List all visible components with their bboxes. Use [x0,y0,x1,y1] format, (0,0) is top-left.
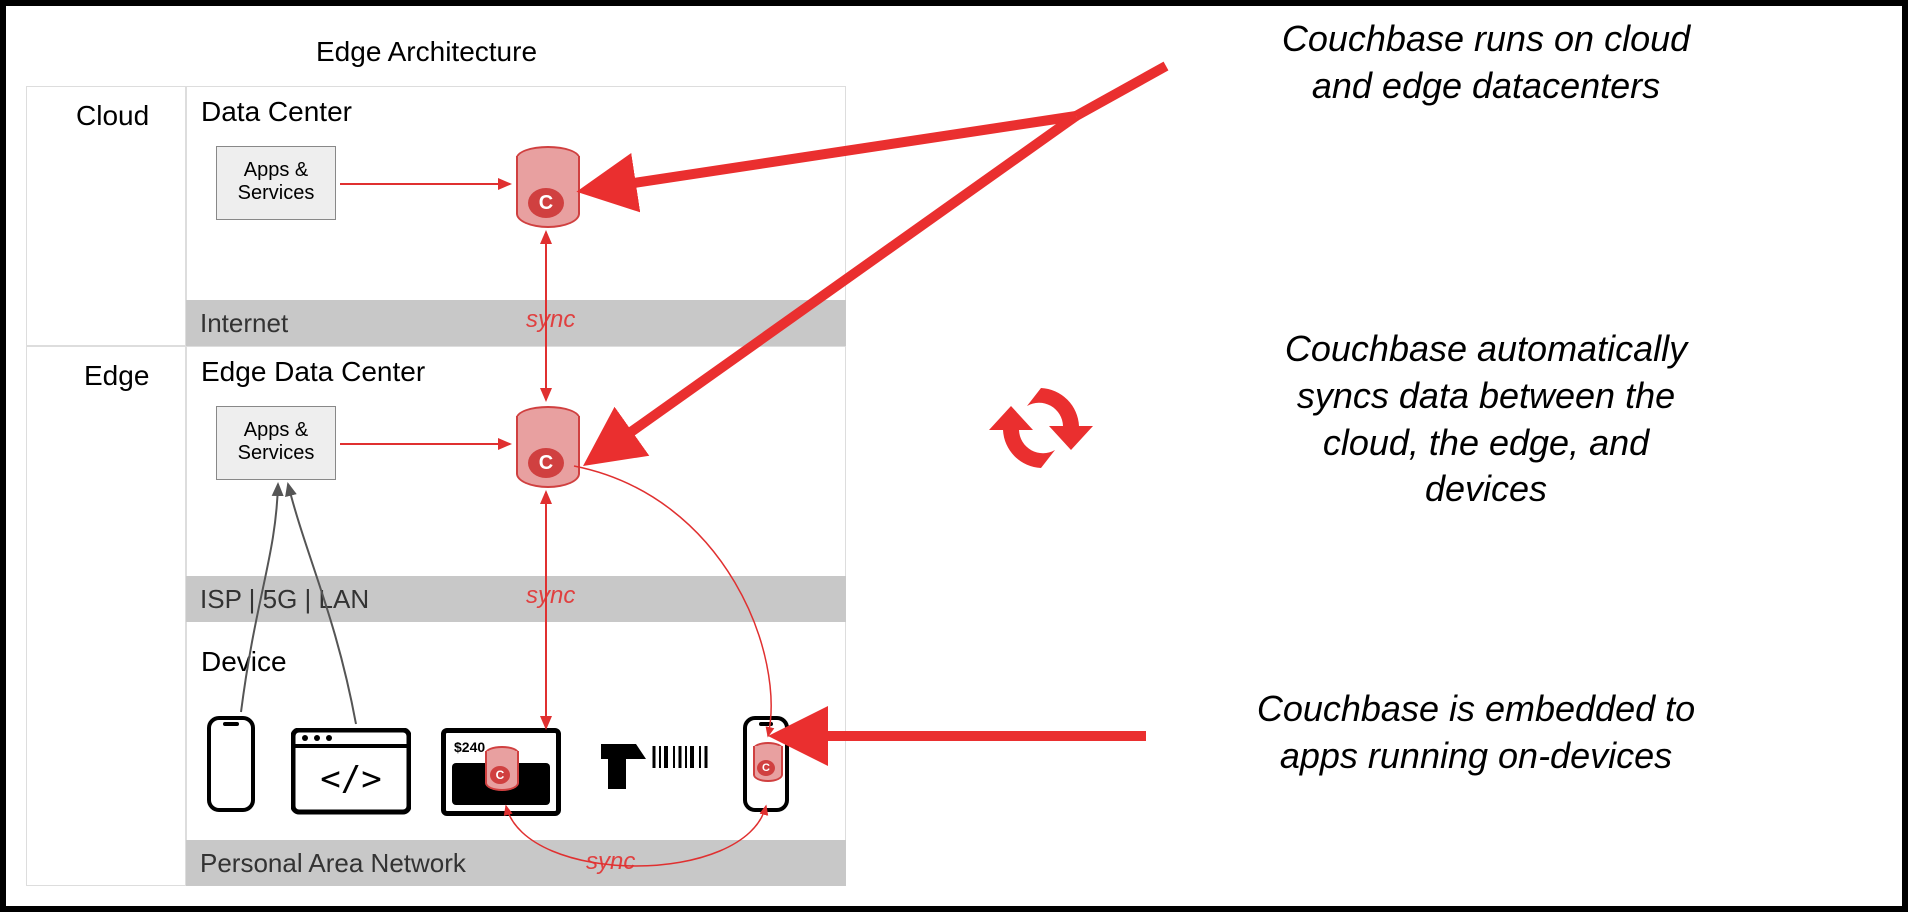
edge-apps-text: Apps & Services [238,419,315,464]
device-row: </> $240 C [201,716,841,826]
annotation-2-line3: cloud, the edge, and [1323,422,1649,463]
internet-label: Internet [200,308,288,338]
pos-terminal-icon: $240 C [441,728,561,816]
phone-db-icon: C [753,742,779,782]
pan-label: Personal Area Network [200,848,466,878]
cloud-apps-text: Apps & Services [238,159,315,204]
annotation-2-line4: devices [1425,468,1547,509]
phone-icon [201,716,261,816]
sync-label-1: sync [526,306,575,334]
annotation-3: Couchbase is embedded to apps running on… [1136,686,1816,780]
sync-icon [981,376,1101,486]
annotation-2-line2: syncs data between the [1297,375,1675,416]
edge-architecture-diagram: Edge Architecture Cloud Data Center Apps… [26,36,846,886]
annotation-1-line1: Couchbase runs on cloud [1282,18,1690,59]
pos-db-icon: C [485,746,515,790]
sync-label-2: sync [526,582,575,610]
data-center-label: Data Center [201,96,352,128]
cloud-db-icon: C [516,146,576,226]
isp-label: ISP | 5G | LAN [200,584,369,614]
edge-label-cell [26,346,186,886]
annotation-1: Couchbase runs on cloud and edge datacen… [1166,16,1806,110]
code-window-icon: </> [291,728,411,816]
annotation-1-line2: and edge datacenters [1312,65,1660,106]
annotation-2-line1: Couchbase automatically [1285,328,1687,369]
edge-dc-label: Edge Data Center [201,356,425,388]
edge-label: Edge [84,360,149,392]
device-section-label: Device [201,646,287,678]
pos-amount: $240 [454,739,485,755]
pan-band: Personal Area Network [186,840,846,886]
edge-db-icon: C [516,406,576,486]
cloud-apps-box: Apps & Services [216,146,336,220]
sync-label-3: sync [586,848,635,876]
cloud-label: Cloud [76,100,149,132]
annotation-3-line2: apps running on-devices [1280,735,1672,776]
annotation-2: Couchbase automatically syncs data betwe… [1166,326,1806,513]
svg-text:</>: </> [320,759,381,799]
isp-band: ISP | 5G | LAN [186,576,846,622]
edge-apps-box: Apps & Services [216,406,336,480]
diagram-frame: Edge Architecture Cloud Data Center Apps… [0,0,1908,912]
internet-band: Internet [186,300,846,346]
annotation-3-line1: Couchbase is embedded to [1257,688,1695,729]
diagram-title: Edge Architecture [316,36,537,68]
phone2-icon: C [741,716,791,816]
barcode-scanner-icon [596,734,716,804]
